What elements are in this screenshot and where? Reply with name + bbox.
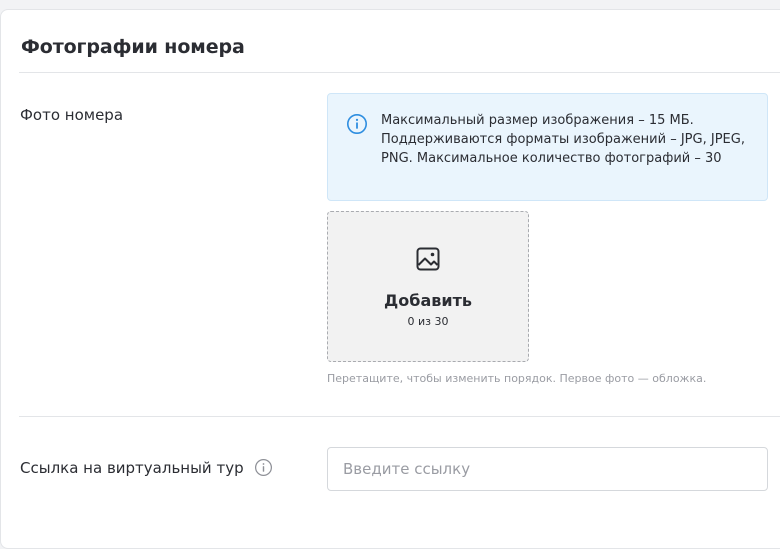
- add-photo-button[interactable]: Добавить 0 из 30: [327, 211, 529, 362]
- info-circle-icon[interactable]: [254, 458, 273, 477]
- upload-info-text: Максимальный размер изображения – 15 МБ.…: [381, 113, 745, 166]
- upload-info-notice: Максимальный размер изображения – 15 МБ.…: [327, 93, 768, 201]
- add-photo-label: Добавить: [384, 291, 472, 310]
- section-divider: [19, 416, 780, 417]
- virtual-tour-label-text: Ссылка на виртуальный тур: [20, 458, 244, 477]
- section-title: Фотографии номера: [21, 36, 245, 58]
- photo-count: 0 из 30: [407, 315, 449, 328]
- section-divider: [19, 72, 780, 73]
- image-icon: [416, 247, 440, 271]
- virtual-tour-label: Ссылка на виртуальный тур: [20, 458, 273, 477]
- reorder-hint: Перетащите, чтобы изменить порядок. Перв…: [327, 372, 707, 385]
- room-photo-label: Фото номера: [20, 106, 124, 124]
- info-circle-icon: [347, 114, 367, 134]
- virtual-tour-link-input[interactable]: [327, 447, 768, 491]
